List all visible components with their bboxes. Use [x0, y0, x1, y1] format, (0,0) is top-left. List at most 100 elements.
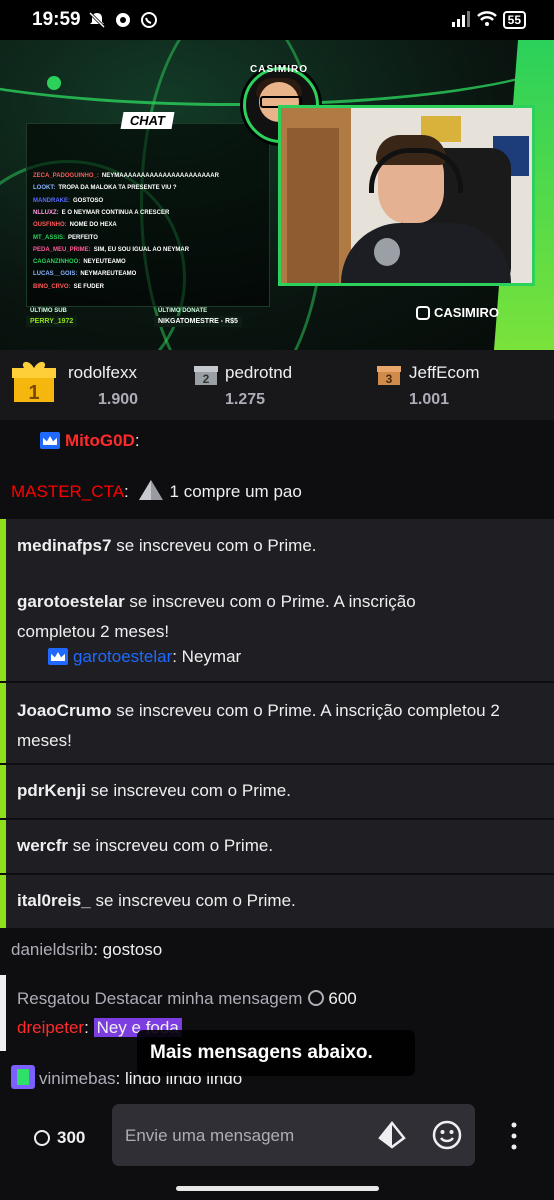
- status-bar: 19:59 55: [0, 0, 554, 40]
- leaderboard-item-2[interactable]: 2 pedrotnd 1.275: [185, 350, 370, 420]
- reply-text: : Neymar: [172, 647, 242, 666]
- overlay-chat-text: SE FUDER: [73, 283, 104, 290]
- overlay-chat-text: PERFEITO: [68, 234, 98, 241]
- sub-username[interactable]: wercfr: [17, 836, 68, 855]
- sub-notification[interactable]: pdrKenji se inscreveu com o Prime.: [0, 765, 554, 818]
- chat-message[interactable]: danieldsrib: gostoso: [11, 937, 541, 963]
- overlay-chat-user: OUSFINHO:: [33, 222, 67, 229]
- sub-username[interactable]: JoaoCrumo: [17, 701, 111, 720]
- chat-username[interactable]: dreipeter: [17, 1018, 84, 1037]
- chat-username[interactable]: MitoG0D: [65, 431, 135, 450]
- more-messages-below-button[interactable]: Mais mensagens abaixo.: [137, 1030, 415, 1076]
- overlay-chat-title: CHAT: [120, 112, 175, 129]
- status-time: 19:59: [32, 9, 81, 30]
- overlay-chat-line: MANDRAKE: GOSTOSO: [33, 198, 103, 204]
- sub-username[interactable]: garotoestelar: [17, 592, 125, 611]
- webcam-feed: [278, 105, 535, 286]
- prime-crown-icon: [48, 648, 68, 665]
- gift-bronze-icon: 3: [377, 366, 401, 386]
- last-sub-value: PERRY_1972: [26, 316, 78, 327]
- instagram-handle: CASIMIRO: [416, 305, 499, 320]
- sub-text: se inscreveu com o Prime.: [85, 781, 291, 800]
- sub-notification[interactable]: JoaoCrumo se inscreveu com o Prime. A in…: [0, 683, 554, 763]
- reply-username[interactable]: garotoestelar: [73, 647, 172, 666]
- user-avatar-badge: [11, 1065, 35, 1089]
- channel-points-value: 300: [57, 1128, 86, 1147]
- overlay-chat-user: BINO_CRVO:: [33, 283, 71, 290]
- overlay-chat-user: LOOKT:: [33, 185, 56, 192]
- signal-icon: [451, 11, 470, 29]
- last-sub-label: ÚLTIMO SUB: [30, 308, 67, 314]
- overlay-chat-text: GOSTOSO: [73, 197, 104, 204]
- sub-username[interactable]: pdrKenji: [17, 781, 86, 800]
- channel-points-button[interactable]: 300: [34, 1128, 85, 1148]
- svg-text:3: 3: [386, 372, 393, 386]
- leaderboard-name-3: JeffEcom: [409, 363, 480, 382]
- sub-username[interactable]: medinafps7: [17, 536, 111, 555]
- instagram-text: CASIMIRO: [434, 305, 499, 320]
- redeem-cost: 600: [328, 989, 357, 1008]
- chat-message[interactable]: MASTER_CTA: 1 compre um pao: [11, 479, 541, 505]
- leaderboard-score-2: 1.275: [225, 391, 266, 408]
- overlay-chat-user: CAGANZINHOO:: [33, 259, 81, 266]
- sub-text: se inscreveu com o Prime.: [68, 836, 274, 855]
- gift-silver-icon: 2: [194, 366, 218, 386]
- leaderboard-score-3: 1.001: [409, 391, 450, 408]
- chat-username[interactable]: MASTER_CTA: [11, 482, 124, 501]
- sub-text: se inscreveu com o Prime.: [90, 891, 296, 910]
- battery-indicator: 55: [502, 11, 526, 29]
- leaderboard-score-1: 1.900: [98, 391, 139, 408]
- whatsapp-icon: [140, 11, 158, 29]
- chat-separator: :: [124, 482, 129, 501]
- chat-username[interactable]: danieldsrib: [11, 940, 93, 959]
- last-donate-label: ÚLTIMO DONATE: [158, 308, 208, 314]
- leaderboard-item-1[interactable]: 1 rodolfexx 1.900: [0, 350, 185, 420]
- gift-gold-icon: 1: [12, 361, 56, 404]
- chat-input-box[interactable]: [112, 1104, 475, 1166]
- overlay-chat-line: CAGANZINHOO: NEYEUTEAMO: [33, 259, 126, 265]
- overlay-chat-text: TROPA DA MALOKA TA PRESENTE VIU ?: [58, 185, 177, 192]
- instagram-icon: [416, 305, 430, 320]
- leaderboard: 1 rodolfexx 1.900 2 pedrotnd 1.275 3 Jef…: [0, 350, 554, 420]
- more-options-icon[interactable]: [507, 1120, 521, 1152]
- chat-input[interactable]: [123, 1122, 367, 1150]
- overlay-chat-text: NOME DO HEXA: [69, 222, 117, 229]
- sub-notification[interactable]: medinafps7 se inscreveu com o Prime.: [0, 519, 554, 574]
- sub-username[interactable]: ital0reis_: [17, 891, 91, 910]
- emote-picker-icon[interactable]: [432, 1120, 462, 1150]
- gesture-bar: [176, 1186, 379, 1191]
- sub-notification[interactable]: garotoestelar se inscreveu com o Prime. …: [0, 574, 554, 681]
- svg-text:2: 2: [203, 372, 210, 386]
- overlay-chat-line: LUCAS__GOIS: NEYMAREUTEAMO: [33, 271, 136, 277]
- overlay-chat-text: E O NEYMAR CONTINUA A CRESCER: [61, 209, 170, 216]
- chat-text: 1 compre um pao: [169, 482, 302, 501]
- bits-icon[interactable]: [377, 1120, 407, 1150]
- channel-points-icon: [34, 1130, 50, 1146]
- sub-notification[interactable]: ital0reis_ se inscreveu com o Prime.: [0, 875, 554, 928]
- bits-cheer-icon: [138, 480, 163, 500]
- chat-username[interactable]: vinimebas: [39, 1069, 116, 1088]
- mute-bell-icon: [88, 11, 106, 29]
- logo-text: CASIMIRO: [250, 64, 308, 75]
- overlay-chat-user: MANDRAKE:: [33, 197, 70, 204]
- sub-text: se inscreveu com o Prime.: [111, 536, 317, 555]
- redeem-line: Resgatou Destacar minha mensagem 600: [17, 986, 537, 1012]
- redeem-text: Resgatou Destacar minha mensagem: [17, 989, 303, 1008]
- overlay-chat-line: MT_ASSIS: PERFEITO: [33, 235, 98, 241]
- chat-text: : gostoso: [93, 940, 163, 959]
- prime-crown-icon: [40, 432, 60, 449]
- video-player[interactable]: CHAT ZECA_PADOGUINHO_: NEYMAAAAAAAAAAAAAA…: [0, 40, 554, 350]
- overlay-chat-text: NEYEUTEAMO: [83, 259, 126, 266]
- chat-separator: :: [84, 1018, 94, 1037]
- leaderboard-item-3[interactable]: 3 JeffEcom 1.001: [370, 350, 554, 420]
- leaderboard-name-2: pedrotnd: [225, 363, 293, 382]
- sub-notification[interactable]: wercfr se inscreveu com o Prime.: [0, 820, 554, 873]
- overlay-chat-user: NLLUXZ:: [33, 209, 59, 216]
- overlay-chat-text: NEYMAREUTEAMO: [80, 271, 137, 278]
- leaderboard-name-1: rodolfexx: [68, 363, 137, 382]
- overlay-chat-line: NLLUXZ: E O NEYMAR CONTINUA A CRESCER: [33, 210, 169, 216]
- overlay-chat-user: LUCAS__GOIS:: [33, 271, 78, 278]
- chat-message[interactable]: MitoG0D:: [40, 428, 540, 454]
- overlay-chat-line: OUSFINHO: NOME DO HEXA: [33, 222, 117, 228]
- overlay-chat-line: PEDA_MEU_PRIME: SIM, EU SOU IGUAL AO NEYM…: [33, 247, 189, 253]
